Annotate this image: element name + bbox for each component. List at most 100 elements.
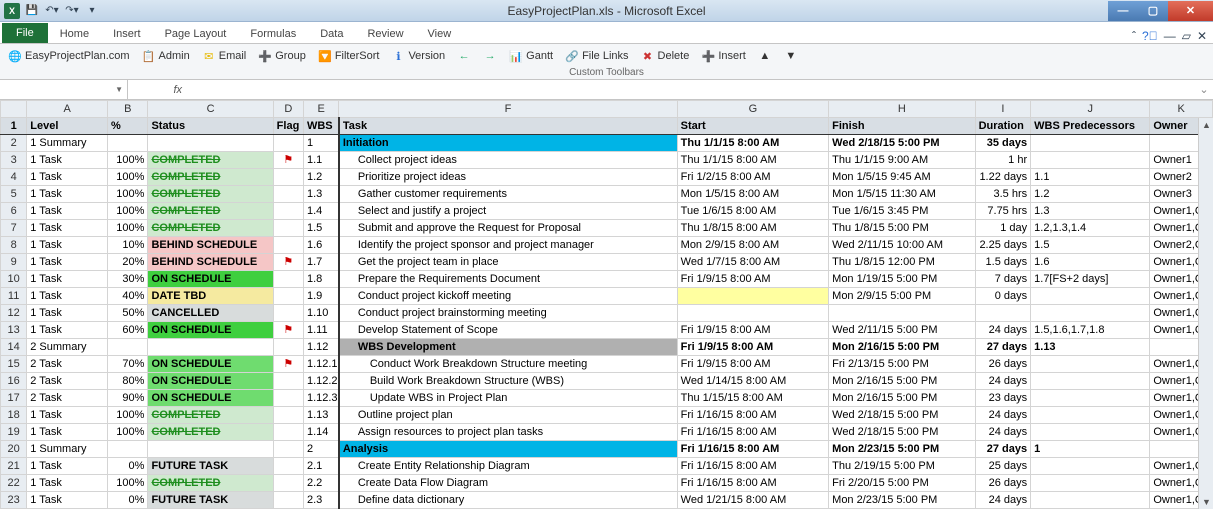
row-header[interactable]: 3: [1, 152, 27, 169]
cell-flag[interactable]: [273, 390, 303, 407]
ribbon-tab-file[interactable]: File: [2, 23, 48, 43]
row-header[interactable]: 20: [1, 441, 27, 458]
qat-customize-icon[interactable]: ▾: [84, 3, 100, 19]
row-header[interactable]: 5: [1, 186, 27, 203]
cell-finish[interactable]: Thu 1/1/15 9:00 AM: [829, 152, 975, 169]
cell-status[interactable]: BEHIND SCHEDULE: [148, 237, 273, 254]
cell-duration[interactable]: 24 days: [975, 424, 1031, 441]
cell-task[interactable]: Create Entity Relationship Diagram: [339, 458, 677, 475]
cell-flag[interactable]: [273, 305, 303, 322]
cell-pred[interactable]: 1.7[FS+2 days]: [1031, 271, 1150, 288]
cell-flag[interactable]: [273, 288, 303, 305]
cell-finish[interactable]: Mon 2/23/15 5:00 PM: [829, 492, 975, 509]
cell-status[interactable]: CANCELLED: [148, 305, 273, 322]
cell-flag[interactable]: [273, 424, 303, 441]
cell-wbs[interactable]: 1.5: [303, 220, 338, 237]
cell-duration[interactable]: 3.5 hrs: [975, 186, 1031, 203]
cell-pred[interactable]: 1: [1031, 441, 1150, 458]
cell-start[interactable]: Fri 1/2/15 8:00 AM: [677, 169, 829, 186]
header-finish[interactable]: Finish: [829, 118, 975, 135]
cell-pct[interactable]: 90%: [108, 390, 148, 407]
col-header-F[interactable]: F: [339, 101, 677, 118]
row-header[interactable]: 7: [1, 220, 27, 237]
col-header-A[interactable]: A: [27, 101, 108, 118]
cell-finish[interactable]: Wed 2/11/15 5:00 PM: [829, 322, 975, 339]
cell-duration[interactable]: 7 days: [975, 271, 1031, 288]
cell-flag[interactable]: [273, 458, 303, 475]
cell-pred[interactable]: 1.5: [1031, 237, 1150, 254]
col-header-I[interactable]: I: [975, 101, 1031, 118]
cell-wbs[interactable]: 1.9: [303, 288, 338, 305]
cell-status[interactable]: FUTURE TASK: [148, 492, 273, 509]
toolbar-gantt[interactable]: 📊Gantt: [507, 47, 555, 65]
cell-status[interactable]: COMPLETED: [148, 203, 273, 220]
qat-undo-icon[interactable]: ↶▾: [44, 3, 60, 19]
cell-finish[interactable]: Fri 2/20/15 5:00 PM: [829, 475, 975, 492]
cell-task[interactable]: Outline project plan: [339, 407, 677, 424]
cell-start[interactable]: Fri 1/16/15 8:00 AM: [677, 441, 829, 458]
cell-pct[interactable]: [108, 135, 148, 152]
cell-pred[interactable]: 1.6: [1031, 254, 1150, 271]
cell-wbs[interactable]: 1.13: [303, 407, 338, 424]
toolbar-group[interactable]: ➕Group: [256, 47, 308, 65]
cell-pred[interactable]: 1.2: [1031, 186, 1150, 203]
header-pred[interactable]: WBS Predecessors: [1031, 118, 1150, 135]
ribbon-collapse-icon[interactable]: ˆ: [1132, 29, 1136, 43]
row-header[interactable]: 8: [1, 237, 27, 254]
cell-status[interactable]: COMPLETED: [148, 152, 273, 169]
cell-start[interactable]: Fri 1/16/15 8:00 AM: [677, 475, 829, 492]
cell-level[interactable]: 1 Task: [27, 288, 108, 305]
cell-start[interactable]: Wed 1/14/15 8:00 AM: [677, 373, 829, 390]
row-header[interactable]: 19: [1, 424, 27, 441]
cell-duration[interactable]: 1 hr: [975, 152, 1031, 169]
cell-task[interactable]: Create Data Flow Diagram: [339, 475, 677, 492]
toolbar-email[interactable]: ✉Email: [200, 47, 249, 65]
cell-task[interactable]: WBS Development: [339, 339, 677, 356]
cell-level[interactable]: 1 Task: [27, 186, 108, 203]
cell-finish[interactable]: Mon 1/5/15 11:30 AM: [829, 186, 975, 203]
cell-duration[interactable]: 1.5 days: [975, 254, 1031, 271]
cell-level[interactable]: 1 Task: [27, 424, 108, 441]
cell-finish[interactable]: Wed 2/18/15 5:00 PM: [829, 135, 975, 152]
cell-task[interactable]: Develop Statement of Scope: [339, 322, 677, 339]
toolbar-filtersort[interactable]: 🔽FilterSort: [316, 47, 382, 65]
cell-finish[interactable]: Thu 2/19/15 5:00 PM: [829, 458, 975, 475]
doc-close-icon[interactable]: ✕: [1197, 29, 1207, 43]
cell-duration[interactable]: 24 days: [975, 492, 1031, 509]
cell-duration[interactable]: 26 days: [975, 356, 1031, 373]
ribbon-tab-view[interactable]: View: [416, 25, 464, 43]
doc-restore-icon[interactable]: ▱: [1182, 29, 1191, 43]
cell-pct[interactable]: [108, 339, 148, 356]
cell-flag[interactable]: [273, 407, 303, 424]
cell-pct[interactable]: [108, 441, 148, 458]
cell-duration[interactable]: 25 days: [975, 458, 1031, 475]
cell-start[interactable]: Wed 1/21/15 8:00 AM: [677, 492, 829, 509]
row-header[interactable]: 21: [1, 458, 27, 475]
toolbar-easyprojectplan-com[interactable]: 🌐EasyProjectPlan.com: [6, 47, 132, 65]
cell-pct[interactable]: 100%: [108, 424, 148, 441]
cell-wbs[interactable]: 1.6: [303, 237, 338, 254]
header-duration[interactable]: Duration: [975, 118, 1031, 135]
cell-start[interactable]: [677, 288, 829, 305]
ribbon-tab-home[interactable]: Home: [48, 25, 101, 43]
cell-wbs[interactable]: 1.12: [303, 339, 338, 356]
ribbon-tab-formulas[interactable]: Formulas: [238, 25, 308, 43]
cell-pct[interactable]: 100%: [108, 220, 148, 237]
row-header[interactable]: 23: [1, 492, 27, 509]
cell-level[interactable]: 2 Task: [27, 373, 108, 390]
row-header[interactable]: 9: [1, 254, 27, 271]
cell-wbs[interactable]: 1.3: [303, 186, 338, 203]
cell-level[interactable]: 1 Task: [27, 475, 108, 492]
cell-start[interactable]: Wed 1/7/15 8:00 AM: [677, 254, 829, 271]
cell-finish[interactable]: Mon 2/16/15 5:00 PM: [829, 339, 975, 356]
col-header-E[interactable]: E: [303, 101, 338, 118]
cell-status[interactable]: BEHIND SCHEDULE: [148, 254, 273, 271]
cell-task[interactable]: Identify the project sponsor and project…: [339, 237, 677, 254]
cell-start[interactable]: Mon 2/9/15 8:00 AM: [677, 237, 829, 254]
formula-input[interactable]: [188, 84, 1195, 96]
col-header-H[interactable]: H: [829, 101, 975, 118]
col-header-J[interactable]: J: [1031, 101, 1150, 118]
cell-level[interactable]: 1 Task: [27, 152, 108, 169]
cell-level[interactable]: 1 Task: [27, 237, 108, 254]
cell-pct[interactable]: 40%: [108, 288, 148, 305]
